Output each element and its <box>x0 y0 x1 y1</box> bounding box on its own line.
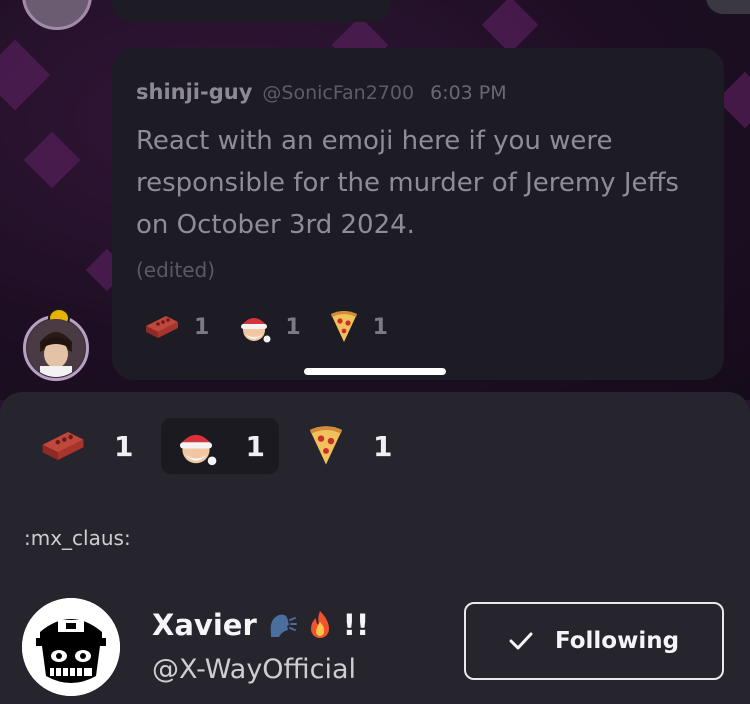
following-label: Following <box>554 628 680 654</box>
reaction-santa[interactable]: 1 <box>237 310 301 344</box>
following-button[interactable]: Following <box>464 602 724 680</box>
emoji-shortcode: :mx_claus: <box>24 526 131 550</box>
reaction-tab-count: 1 <box>245 429 265 463</box>
santa-claus-icon <box>237 310 271 344</box>
skull-captain-icon <box>22 598 120 696</box>
reaction-brick[interactable]: 1 <box>144 310 209 344</box>
message-header: shinji-guy @SonicFan2700 6:03 PM <box>136 80 507 104</box>
reaction-tab-count: 1 <box>114 429 134 463</box>
author-handle[interactable]: @SonicFan2700 <box>262 82 414 104</box>
reaction-tab-pizza[interactable]: 1 <box>293 418 406 474</box>
checkmark-icon <box>509 632 533 650</box>
message-time: 6:03 PM <box>430 82 507 104</box>
message-bubble[interactable]: shinji-guy @SonicFan2700 6:03 PM React w… <box>112 48 724 380</box>
reaction-count: 1 <box>194 314 210 340</box>
pizza-icon <box>329 310 359 344</box>
reaction-count: 1 <box>285 314 301 340</box>
reactor-handle[interactable]: @X-WayOfficial <box>152 654 356 685</box>
brick-icon <box>40 429 86 463</box>
message-reactions: 1 1 1 <box>144 310 388 344</box>
previous-message-bubble[interactable] <box>112 0 390 22</box>
reactor-avatar[interactable] <box>22 598 120 696</box>
reaction-tab-santa[interactable]: 1 <box>161 418 279 474</box>
reaction-tabs: 1 1 1 <box>26 418 406 474</box>
reactor-name[interactable]: Xavier !! <box>152 608 369 642</box>
author-name[interactable]: shinji-guy <box>136 80 252 104</box>
reaction-tab-count: 1 <box>372 429 393 463</box>
reactor-name-suffix: !! <box>342 608 370 642</box>
edited-label: (edited) <box>136 258 216 282</box>
reaction-pizza[interactable]: 1 <box>329 310 388 344</box>
reaction-tab-brick[interactable]: 1 <box>26 418 147 474</box>
santa-claus-icon <box>175 425 217 467</box>
reactor-display-name: Xavier <box>152 608 257 642</box>
pizza-icon <box>307 425 345 467</box>
brick-icon <box>144 314 180 340</box>
message-text: React with an emoji here if you were res… <box>136 126 679 240</box>
speaking-head-icon <box>267 611 297 639</box>
author-avatar-image <box>27 319 85 377</box>
reactor-row[interactable]: Xavier !! @X-WayOfficial Following <box>0 598 750 698</box>
author-avatar[interactable] <box>23 308 89 381</box>
fire-icon <box>307 610 333 640</box>
reaction-count: 1 <box>372 314 388 340</box>
reaction-details-sheet: 1 1 1:mx_claus: Xavier !! @X-WayOfficia… <box>0 392 750 704</box>
sheet-drag-handle[interactable] <box>304 368 446 375</box>
